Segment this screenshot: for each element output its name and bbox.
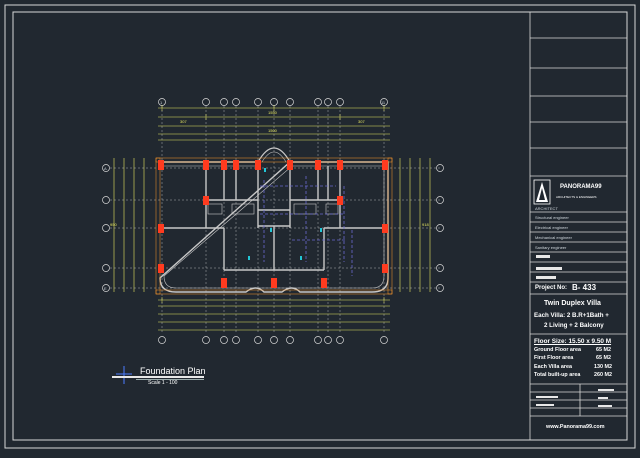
area-total-value: 260 M2 <box>594 372 612 378</box>
electrical-engineer-field: Electrical engineer <box>535 225 568 230</box>
dimension-tick-marks <box>161 105 385 303</box>
area-total-label: Total built-up area <box>534 372 581 378</box>
project-title-line2: Each Villa: 2 B.R+1Bath + <box>534 312 609 319</box>
company-tagline: ARCHITECTS & ENGINEERS <box>556 195 597 199</box>
dimension-side-total: 950 <box>110 222 117 227</box>
sanitary-engineer-field: Sanitary engineer <box>535 245 567 250</box>
area-ground-value: 65 M2 <box>596 347 611 353</box>
company-logo <box>533 179 551 205</box>
area-first-label: First Floor area <box>534 355 574 361</box>
grid-label-row-a: A <box>104 166 107 171</box>
dimension-side-inner: 918 <box>422 222 429 227</box>
dimension-lines-left <box>113 158 145 292</box>
plan-title: Foundation Plan <box>140 366 206 376</box>
project-title-line1: Twin Duplex Villa <box>544 300 601 307</box>
mechanical-engineer-field: Mechanical engineer <box>535 235 572 240</box>
website-link[interactable]: www.Panorama99.com <box>546 424 605 430</box>
area-each-label: Each Villa area <box>534 364 572 370</box>
company-name: PANORAMA99 <box>560 184 602 190</box>
area-each-value: 130 M2 <box>594 364 612 370</box>
plan-title-underline <box>112 376 204 378</box>
area-floor-size: Floor Size: 15.50 x 9.50 M <box>534 338 612 345</box>
dimension-overall-inner: 1500 <box>268 128 277 133</box>
architect-field: ARCHITECT <box>535 206 558 211</box>
grid-label-row-e: E <box>104 286 107 291</box>
structural-engineer-field: Structural engineer <box>535 215 569 220</box>
area-first-value: 65 M2 <box>596 355 611 361</box>
plan-scale: Scale 1 - 100 <box>148 380 178 386</box>
grid-label-col-11: 11 <box>381 100 386 105</box>
dimension-overall-top: 1550 <box>268 110 277 115</box>
grid-bubbles-left <box>102 164 110 292</box>
dimension-seg-left: 307 <box>180 119 187 124</box>
project-number-value: B- 433 <box>572 283 597 292</box>
project-number-label: Project No: <box>535 285 568 291</box>
grid-label-col-1: 1 <box>160 100 163 105</box>
grid-bubbles-top <box>158 98 388 106</box>
plan-title-crosshair <box>116 366 132 384</box>
area-ground-label: Ground Floor area <box>534 347 582 353</box>
dimension-seg-right: 307 <box>358 119 365 124</box>
project-title-line3: 2 Living + 2 Balcony <box>544 322 604 329</box>
columns <box>158 160 388 288</box>
grid-bubbles-bottom <box>158 336 388 344</box>
